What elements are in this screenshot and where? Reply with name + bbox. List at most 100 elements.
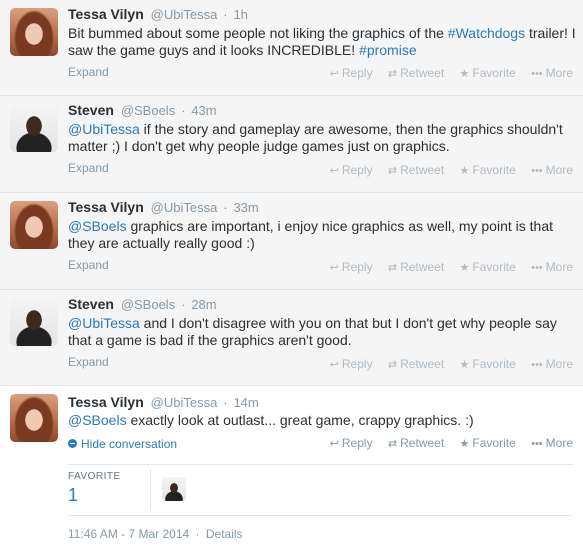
tweet-text-part: Bit bummed about some people not liking … [68, 25, 448, 41]
tweet-author-name[interactable]: Tessa Vilyn [68, 6, 144, 22]
tweet-author-name[interactable]: Steven [68, 102, 114, 118]
more-label: More [545, 163, 573, 177]
favorite-button[interactable]: ★ Favorite [460, 436, 516, 450]
tweet-timestamp[interactable]: 28m [191, 297, 216, 312]
tweet-text: Bit bummed about some people not liking … [68, 25, 578, 59]
more-label: More [545, 260, 573, 274]
tweet-text-part: graphics are important, i enjoy nice gra… [68, 218, 553, 251]
tweet-3[interactable]: Tessa Vilyn @UbiTessa · 33m @SBoels grap… [0, 193, 583, 290]
tweet-author-handle[interactable]: @SBoels [121, 297, 175, 312]
tweet-timestamp[interactable]: 1h [233, 7, 247, 22]
mention-link[interactable]: @UbiTessa [68, 121, 140, 137]
tweet-timestamp[interactable]: 33m [233, 200, 258, 215]
expand-link[interactable]: Expand [68, 355, 109, 369]
retweet-button[interactable]: ⇄ Retweet [388, 260, 444, 274]
separator-dot: · [223, 7, 228, 22]
hashtag-link[interactable]: #promise [359, 42, 417, 58]
reply-label: Reply [341, 436, 373, 450]
reply-arrow-icon: ↩ [329, 165, 339, 177]
tweet-author-name[interactable]: Tessa Vilyn [68, 199, 144, 215]
tweet-actions: ↩ Reply ⇄ Retweet ★ Favorite ••• More [318, 163, 573, 177]
avatar-steven[interactable] [10, 298, 58, 346]
tweet-author-handle[interactable]: @UbiTessa [151, 7, 218, 22]
more-button[interactable]: ••• More [531, 163, 573, 177]
retweet-icon: ⇄ [387, 438, 398, 450]
more-label: More [545, 357, 573, 371]
favorite-label: Favorite [472, 436, 516, 450]
hashtag-link[interactable]: #Watchdogs [448, 25, 525, 41]
retweet-icon: ⇄ [387, 165, 398, 177]
reply-button[interactable]: ↩ Reply [330, 66, 373, 80]
retweet-label: Retweet [400, 436, 445, 450]
retweet-icon: ⇄ [387, 359, 398, 371]
reply-label: Reply [341, 66, 373, 80]
tweet-timestamp[interactable]: 14m [233, 395, 258, 410]
favorite-button[interactable]: ★ Favorite [460, 66, 516, 80]
mention-link[interactable]: @SBoels [68, 218, 127, 234]
avatar-tessa[interactable] [10, 394, 58, 442]
minus-circle-icon [68, 439, 77, 448]
tweet-author-name[interactable]: Tessa Vilyn [68, 394, 144, 410]
expand-link[interactable]: Expand [68, 161, 109, 175]
expand-link[interactable]: Expand [68, 65, 109, 79]
avatar-tessa[interactable] [10, 201, 58, 249]
favorite-count[interactable]: 1 [68, 485, 78, 506]
mention-link[interactable]: @UbiTessa [68, 315, 140, 331]
tweet-text: @SBoels exactly look at outlast... great… [68, 412, 578, 429]
ellipsis-icon: ••• [531, 262, 543, 274]
reply-button[interactable]: ↩ Reply [330, 357, 373, 371]
reply-button[interactable]: ↩ Reply [330, 436, 373, 450]
tweet-text-part: and I don't disagree with you on that bu… [68, 315, 557, 348]
tweet-2[interactable]: Steven @SBoels · 43m @UbiTessa if the st… [0, 96, 583, 193]
favorite-button[interactable]: ★ Favorite [460, 357, 516, 371]
tweet-1[interactable]: Tessa Vilyn @UbiTessa · 1h Bit bummed ab… [0, 0, 583, 96]
tweet-text-part: if the story and gameplay are awesome, t… [68, 121, 563, 154]
more-button[interactable]: ••• More [531, 436, 573, 450]
more-button[interactable]: ••• More [531, 66, 573, 80]
tweet-text: @UbiTessa and I don't disagree with you … [68, 315, 578, 349]
separator-dot: · [181, 103, 186, 118]
star-icon: ★ [459, 438, 470, 450]
favorite-label: Favorite [472, 260, 516, 274]
favoriter-avatar[interactable] [162, 477, 186, 501]
retweet-label: Retweet [400, 66, 445, 80]
ellipsis-icon: ••• [531, 438, 543, 450]
ellipsis-icon: ••• [531, 165, 543, 177]
full-timestamp[interactable]: 11:46 AM - 7 Mar 2014 [68, 527, 189, 541]
more-label: More [545, 66, 573, 80]
avatar-steven[interactable] [10, 104, 58, 152]
avatar-tessa[interactable] [10, 8, 58, 56]
tweet-4[interactable]: Steven @SBoels · 28m @UbiTessa and I don… [0, 290, 583, 386]
separator-dot: · [223, 200, 228, 215]
tweet-author-name[interactable]: Steven [68, 296, 114, 312]
reply-arrow-icon: ↩ [329, 359, 339, 371]
retweet-button[interactable]: ⇄ Retweet [388, 357, 444, 371]
favorite-button[interactable]: ★ Favorite [460, 260, 516, 274]
reply-label: Reply [341, 163, 373, 177]
tweet-author-handle[interactable]: @SBoels [121, 103, 175, 118]
mention-link[interactable]: @SBoels [68, 412, 127, 428]
retweet-button[interactable]: ⇄ Retweet [388, 436, 444, 450]
retweet-button[interactable]: ⇄ Retweet [388, 66, 444, 80]
tweet-timestamp[interactable]: 43m [191, 103, 216, 118]
more-button[interactable]: ••• More [531, 357, 573, 371]
retweet-label: Retweet [400, 357, 445, 371]
hide-conversation-link[interactable]: Hide conversation [68, 437, 177, 451]
favorite-label: Favorite [472, 66, 516, 80]
tweet-text-part: exactly look at outlast... great game, c… [126, 412, 474, 428]
more-button[interactable]: ••• More [531, 260, 573, 274]
favorite-stat-label: FAVORITE [68, 471, 121, 482]
star-icon: ★ [459, 165, 470, 177]
tweet-stats: FAVORITE 1 [68, 464, 573, 516]
reply-button[interactable]: ↩ Reply [330, 260, 373, 274]
star-icon: ★ [459, 359, 470, 371]
tweet-author-handle[interactable]: @UbiTessa [151, 395, 218, 410]
details-link[interactable]: Details [206, 527, 243, 541]
reply-button[interactable]: ↩ Reply [330, 163, 373, 177]
expand-link[interactable]: Expand [68, 258, 109, 272]
retweet-button[interactable]: ⇄ Retweet [388, 163, 444, 177]
tweet-author-handle[interactable]: @UbiTessa [151, 200, 218, 215]
hide-conversation-label: Hide conversation [81, 437, 178, 451]
retweet-label: Retweet [400, 163, 445, 177]
favorite-button[interactable]: ★ Favorite [460, 163, 516, 177]
